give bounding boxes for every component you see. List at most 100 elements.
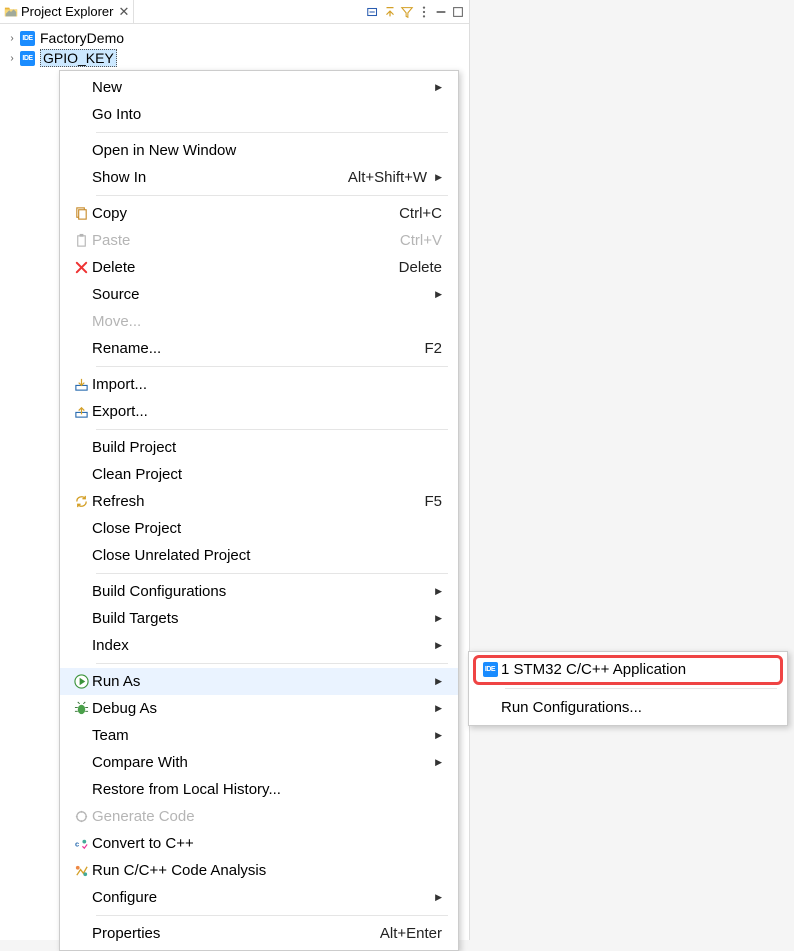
menu-item-label: Run C/C++ Code Analysis (92, 862, 266, 879)
menu-item-generate-code: Generate Code (60, 803, 458, 830)
panel-toolbar (366, 5, 469, 19)
menu-item-1-stm32-c-c-application[interactable]: IDE1 STM32 C/C++ Application (469, 655, 787, 684)
menu-item-label: Properties (92, 925, 160, 942)
tree-item-label: GPIO_KEY (40, 49, 117, 67)
panel-tab[interactable]: Project Explorer ✕ (0, 0, 134, 23)
menu-item-import[interactable]: Import... (60, 371, 458, 398)
menu-item-move: Move... (60, 308, 458, 335)
menu-separator (96, 132, 448, 133)
menu-shortcut: Delete (399, 259, 442, 276)
menu-item-build-configurations[interactable]: Build Configurations▶ (60, 578, 458, 605)
menu-item-properties[interactable]: Properties Alt+Enter (60, 920, 458, 947)
expand-caret-icon[interactable]: › (6, 33, 18, 44)
menu-item-build-project[interactable]: Build Project (60, 434, 458, 461)
project-tree: › IDE FactoryDemo › IDE GPIO_KEY (0, 24, 469, 68)
menu-item-label: Refresh (92, 493, 145, 510)
menu-item-index[interactable]: Index▶ (60, 632, 458, 659)
collapse-all-icon[interactable] (366, 5, 380, 19)
menu-item-label: Clean Project (92, 466, 182, 483)
menu-item-label: Close Project (92, 520, 181, 537)
menu-shortcut: F5 (424, 493, 442, 510)
filter-icon[interactable] (400, 5, 414, 19)
tree-item-label: FactoryDemo (40, 30, 124, 46)
menu-item-rename[interactable]: Rename...F2 (60, 335, 458, 362)
expand-caret-icon[interactable]: › (6, 53, 18, 64)
menu-item-label: Convert to C++ (92, 835, 194, 852)
menu-item-run-configurations[interactable]: Run Configurations... (469, 693, 787, 722)
menu-separator (96, 366, 448, 367)
submenu-arrow-icon: ▶ (435, 172, 442, 183)
menu-item-label: Build Targets (92, 610, 178, 627)
menu-item-label: Copy (92, 205, 127, 222)
paste-icon (70, 233, 92, 248)
delete-icon (70, 260, 92, 275)
menu-separator (96, 195, 448, 196)
menu-item-label: 1 STM32 C/C++ Application (501, 661, 686, 678)
menu-item-label: Compare With (92, 754, 188, 771)
menu-item-restore-from-local-history[interactable]: Restore from Local History... (60, 776, 458, 803)
menu-item-team[interactable]: Team ▶ (60, 722, 458, 749)
menu-item-close-unrelated-project[interactable]: Close Unrelated Project (60, 542, 458, 569)
ide-project-icon: IDE (20, 31, 35, 46)
gen-icon (70, 809, 92, 824)
menu-shortcut: Alt+Enter (380, 925, 442, 942)
copy-icon (70, 206, 92, 221)
submenu-arrow-icon: ▶ (435, 289, 442, 300)
tree-item[interactable]: › IDE FactoryDemo (0, 28, 469, 48)
menu-item-label: Build Project (92, 439, 176, 456)
menu-item-refresh[interactable]: Refresh F5 (60, 488, 458, 515)
menu-item-open-in-new-window[interactable]: Open in New Window (60, 137, 458, 164)
menu-separator (96, 915, 448, 916)
svg-text:c: c (74, 839, 78, 848)
menu-item-source[interactable]: Source▶ (60, 281, 458, 308)
menu-item-paste: PasteCtrl+V (60, 227, 458, 254)
menu-item-label: Debug As (92, 700, 157, 717)
submenu-arrow-icon: ▶ (435, 892, 442, 903)
menu-item-label: Close Unrelated Project (92, 547, 250, 564)
menu-item-export[interactable]: Export... (60, 398, 458, 425)
maximize-icon[interactable] (451, 5, 465, 19)
menu-item-new[interactable]: New ▶ (60, 74, 458, 101)
minimize-icon[interactable] (434, 5, 448, 19)
submenu-arrow-icon: ▶ (435, 82, 442, 93)
panel-title: Project Explorer (21, 4, 113, 19)
link-editor-icon[interactable] (383, 5, 397, 19)
close-icon[interactable]: ✕ (118, 4, 129, 20)
ide-icon: IDE (479, 662, 501, 677)
tree-item[interactable]: › IDE GPIO_KEY (0, 48, 469, 68)
menu-item-label: Move... (92, 313, 141, 330)
menu-item-label: Show In (92, 169, 146, 186)
menu-item-close-project[interactable]: Close Project (60, 515, 458, 542)
menu-item-label: New (92, 79, 122, 96)
view-menu-icon[interactable] (417, 5, 431, 19)
debug-icon (70, 701, 92, 716)
submenu-arrow-icon: ▶ (435, 703, 442, 714)
menu-item-label: Paste (92, 232, 130, 249)
menu-item-clean-project[interactable]: Clean Project (60, 461, 458, 488)
submenu-arrow-icon: ▶ (435, 730, 442, 741)
menu-item-convert-to-c[interactable]: c Convert to C++ (60, 830, 458, 857)
menu-item-show-in[interactable]: Show In Alt+Shift+W ▶ (60, 164, 458, 191)
menu-item-delete[interactable]: DeleteDelete (60, 254, 458, 281)
menu-item-label: Run As (92, 673, 140, 690)
menu-item-debug-as[interactable]: Debug As ▶ (60, 695, 458, 722)
run-as-submenu: IDE1 STM32 C/C++ Application Run Configur… (468, 651, 788, 726)
folder-nav-icon (4, 5, 18, 19)
menu-item-label: Team (92, 727, 129, 744)
menu-shortcut: Alt+Shift+W (348, 169, 427, 186)
menu-item-label: Rename... (92, 340, 161, 357)
menu-item-run-as[interactable]: Run As▶ (60, 668, 458, 695)
menu-item-label: Restore from Local History... (92, 781, 281, 798)
menu-item-compare-with[interactable]: Compare With▶ (60, 749, 458, 776)
menu-separator (96, 663, 448, 664)
menu-item-label: Generate Code (92, 808, 195, 825)
menu-item-configure[interactable]: Configure▶ (60, 884, 458, 911)
menu-item-copy[interactable]: CopyCtrl+C (60, 200, 458, 227)
menu-item-go-into[interactable]: Go Into (60, 101, 458, 128)
export-icon (70, 404, 92, 419)
menu-item-run-c-c-code-analysis[interactable]: Run C/C++ Code Analysis (60, 857, 458, 884)
menu-separator (505, 688, 777, 689)
menu-item-build-targets[interactable]: Build Targets▶ (60, 605, 458, 632)
refresh-icon (70, 494, 92, 509)
menu-item-label: Open in New Window (92, 142, 236, 159)
